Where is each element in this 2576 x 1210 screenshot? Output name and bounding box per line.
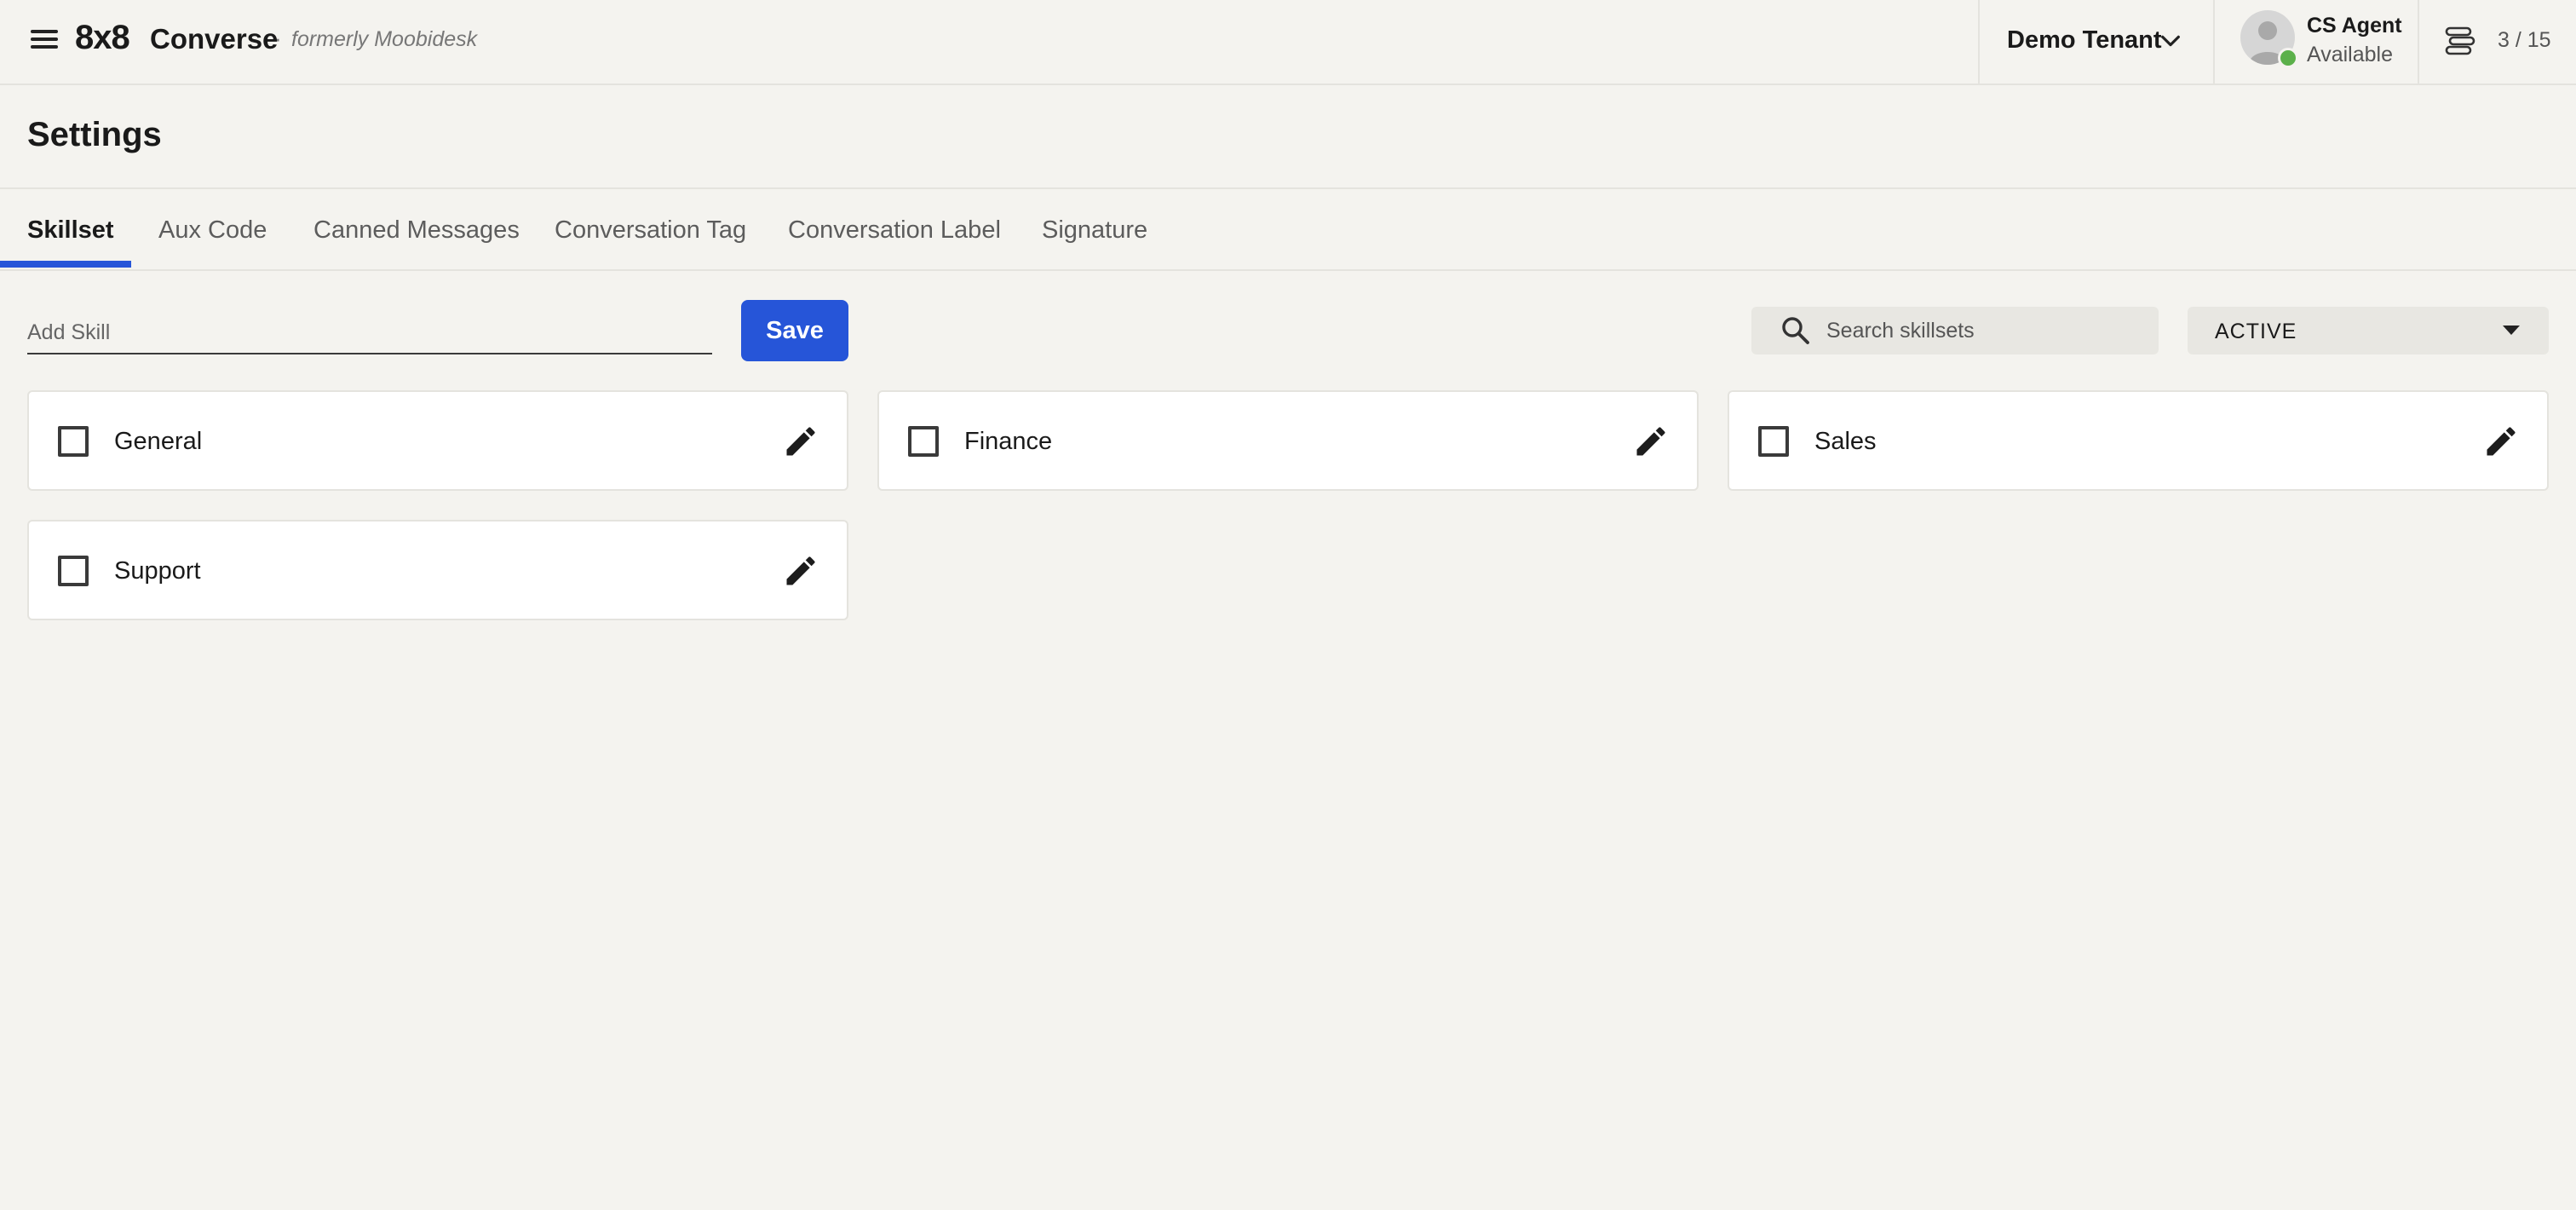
agent-status: Available	[2307, 43, 2394, 66]
add-skill-input[interactable]	[27, 312, 712, 354]
skill-checkbox[interactable]	[58, 426, 89, 457]
menu-icon[interactable]	[27, 26, 61, 60]
tab-conversation-label[interactable]: Conversation Label	[788, 216, 1001, 245]
agent-status-menu[interactable]: CS Agent Available	[2240, 0, 2419, 85]
page-title: Settings	[27, 116, 162, 153]
title-divider	[0, 187, 2576, 189]
tab-conversation-tag[interactable]: Conversation Tag	[555, 216, 746, 245]
pencil-icon[interactable]	[782, 423, 819, 460]
agent-name: CS Agent	[2307, 14, 2402, 37]
chevron-down-icon	[2161, 35, 2180, 47]
search-icon	[1782, 317, 1809, 344]
skill-name: Sales	[1814, 428, 1877, 455]
status-filter-value: ACTIVE	[2215, 320, 2297, 343]
skill-card: Finance	[877, 390, 1699, 491]
tenant-name: Demo Tenant	[2007, 26, 2162, 54]
pencil-icon[interactable]	[782, 552, 819, 590]
skill-checkbox[interactable]	[58, 556, 89, 586]
tab-aux-code[interactable]: Aux Code	[158, 216, 267, 245]
skill-checkbox[interactable]	[908, 426, 939, 457]
skill-checkbox[interactable]	[1758, 426, 1789, 457]
skill-card: Sales	[1728, 390, 2549, 491]
header-divider	[2213, 0, 2215, 85]
queue-icon[interactable]	[2441, 22, 2479, 60]
tab-signature[interactable]: Signature	[1042, 216, 1147, 245]
search-input[interactable]	[1826, 307, 2150, 354]
search-box[interactable]	[1751, 307, 2159, 354]
tab-canned-messages[interactable]: Canned Messages	[313, 216, 520, 245]
pencil-icon[interactable]	[2482, 423, 2520, 460]
skill-card: Support	[27, 520, 848, 620]
pencil-icon[interactable]	[1632, 423, 1670, 460]
status-filter-select[interactable]: ACTIVE	[2188, 307, 2549, 354]
tabs-divider	[0, 269, 2576, 271]
caret-down-icon	[2503, 326, 2520, 335]
tenant-selector[interactable]: Demo Tenant	[1980, 0, 2215, 85]
active-tab-indicator	[0, 261, 131, 268]
queue-count: 3 / 15	[2498, 28, 2551, 52]
brand-name: Converse	[150, 23, 279, 55]
save-button[interactable]: Save	[741, 300, 848, 361]
skill-card: General	[27, 390, 848, 491]
top-bar: 8x8 Converse · formerly Moobidesk Demo T…	[0, 0, 2576, 85]
brand-logo: 8x8	[75, 19, 130, 56]
brand-separator: ·	[274, 26, 282, 51]
brand-subtitle: formerly Moobidesk	[291, 27, 478, 51]
skill-name: General	[114, 428, 203, 455]
online-status-indicator	[2278, 48, 2298, 68]
skill-name: Support	[114, 557, 201, 585]
tab-skillset[interactable]: Skillset	[27, 216, 114, 245]
skill-name: Finance	[964, 428, 1053, 455]
header-divider	[2418, 0, 2419, 85]
